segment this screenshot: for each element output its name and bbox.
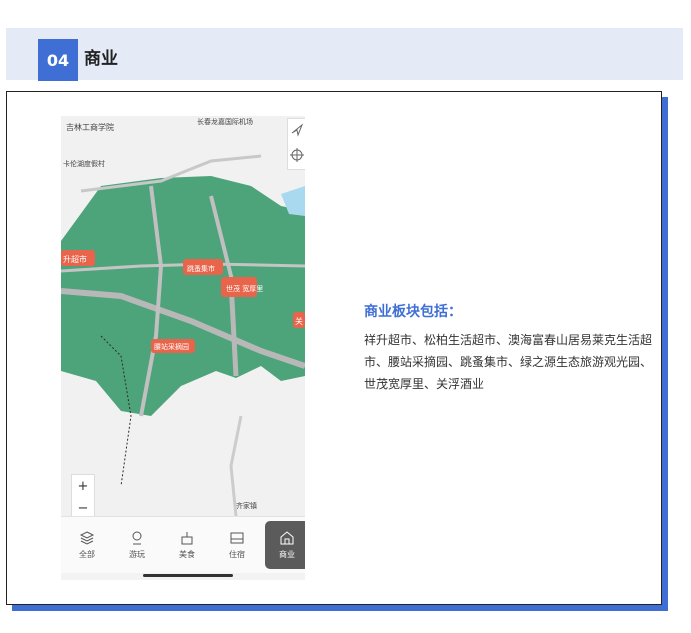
tab-all-label: 全部 — [79, 550, 95, 559]
label-resort: 卡伦湖度假村 — [63, 159, 105, 168]
home-indicator — [143, 574, 233, 577]
shop-icon — [280, 531, 294, 545]
label-shimao: 世茂 宽厚里 — [226, 284, 263, 293]
label-airport: 长春龙嘉国际机场 — [197, 117, 253, 126]
locate-icon[interactable] — [288, 119, 305, 169]
section-title: 商业 — [84, 49, 118, 69]
tab-stay-label: 住宿 — [229, 550, 245, 559]
map-side-controls[interactable] — [287, 118, 305, 170]
bottom-tab-bar: 全部 游玩 美食 住宿 商业 — [61, 516, 305, 573]
tab-stay[interactable]: 住宿 — [215, 521, 259, 569]
tab-all[interactable]: 全部 — [65, 521, 109, 569]
phone-screenshot: 吉林工商学院 长春龙嘉国际机场 卡伦湖度假村 升超市 跳蚤集市 世茂 宽厚里 关… — [61, 116, 305, 580]
description-block: 商业板块包括： 祥升超市、松柏生活超市、澳海富春山居易莱克生活超市、腰站采摘园、… — [364, 301, 654, 395]
label-college: 吉林工商学院 — [66, 122, 114, 132]
tab-play-label: 游玩 — [129, 550, 145, 559]
tab-business[interactable]: 商业 — [265, 521, 305, 569]
description-heading: 商业板块包括： — [364, 304, 462, 320]
bed-icon — [230, 532, 244, 544]
zoom-controls: + − — [71, 474, 95, 520]
label-town: 齐家镇 — [236, 501, 257, 510]
label-orchard: 腰站采摘园 — [154, 342, 189, 351]
layers-icon — [79, 531, 95, 545]
description-body: 祥升超市、松柏生活超市、澳海富春山居易莱克生活超市、腰站采摘园、跳蚤集市、绿之源… — [364, 333, 653, 391]
food-icon — [181, 532, 193, 545]
label-market: 跳蚤集市 — [187, 264, 215, 273]
label-supermarket: 升超市 — [63, 254, 87, 264]
label-guanfu: 关 — [295, 316, 303, 326]
section-number-badge: 04 — [38, 39, 78, 81]
map-view[interactable]: 吉林工商学院 长春龙嘉国际机场 卡伦湖度假村 升超市 跳蚤集市 世茂 宽厚里 关… — [61, 116, 305, 516]
tab-food-label: 美食 — [179, 550, 195, 559]
tab-business-label: 商业 — [279, 550, 295, 559]
tab-play[interactable]: 游玩 — [115, 521, 159, 569]
tab-food[interactable]: 美食 — [165, 521, 209, 569]
map-pin-icon — [132, 531, 142, 545]
zoom-in-button[interactable]: + — [72, 475, 94, 497]
